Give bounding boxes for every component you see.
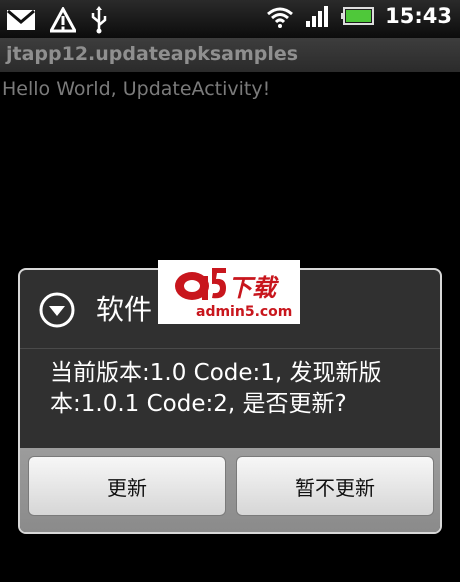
mail-icon <box>7 9 35 30</box>
notification-icons <box>6 6 108 34</box>
watermark-cn-text: 下载 <box>228 274 276 302</box>
watermark: 下载 admin5.com <box>158 260 300 324</box>
watermark-url: admin5.com <box>196 304 293 320</box>
chevron-down-circle-icon <box>39 292 75 328</box>
wifi-icon <box>267 7 294 28</box>
system-icons: 15:43 <box>265 4 452 28</box>
update-button[interactable]: 更新 <box>28 456 226 516</box>
a5-logo-icon <box>175 268 226 300</box>
dialog-title: 软件 <box>96 293 153 326</box>
content-text: Hello World, UpdateActivity! <box>2 78 271 100</box>
dialog-button-bar: 更新 暂不更新 <box>20 448 440 532</box>
signal-icon <box>306 6 329 27</box>
battery-icon <box>341 7 375 25</box>
usb-icon <box>91 6 107 34</box>
status-bar: 15:43 <box>0 0 460 38</box>
not-now-button[interactable]: 暂不更新 <box>236 456 434 516</box>
clock: 15:43 <box>385 4 452 28</box>
app-title-bar: jtapp12.updateapksamples <box>0 38 460 72</box>
dialog-message: 当前版本:1.0 Code:1, 发现新版本:1.0.1 Code:2, 是否更… <box>50 360 382 417</box>
app-title: jtapp12.updateapksamples <box>6 43 299 65</box>
warning-icon <box>50 7 76 33</box>
dialog-divider <box>20 348 440 349</box>
